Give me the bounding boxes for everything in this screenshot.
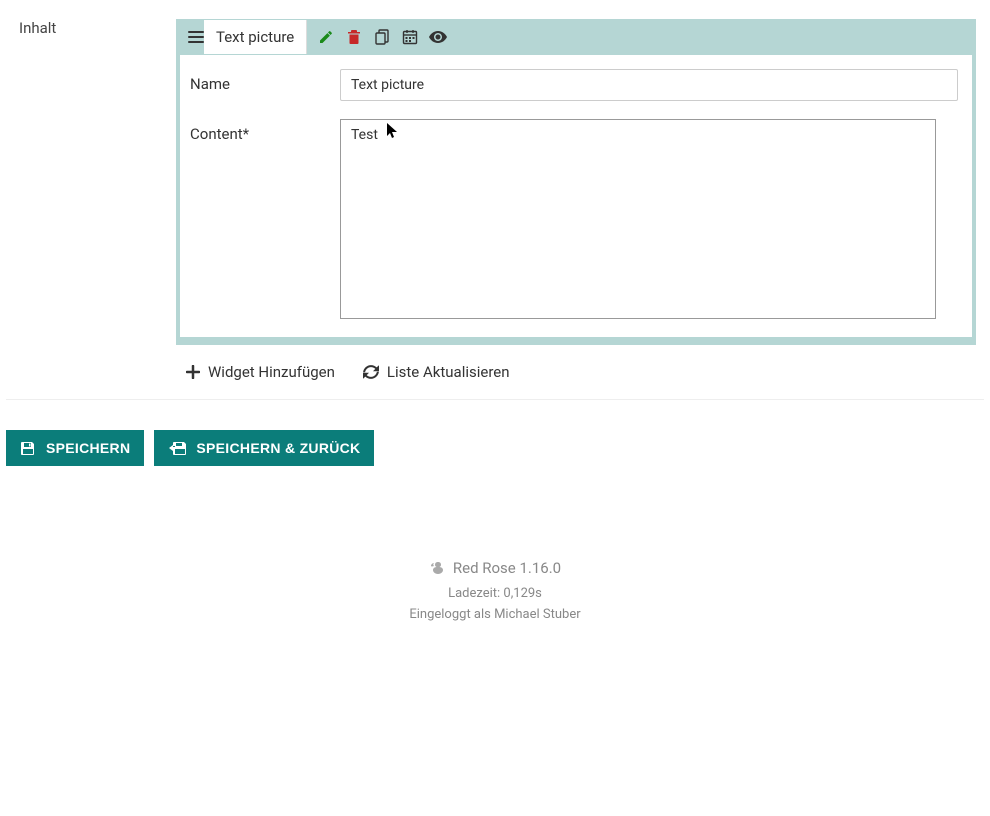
footer-loadtime: Ladezeit: 0,129s xyxy=(0,584,990,605)
refresh-list-button[interactable]: Liste Aktualisieren xyxy=(363,363,510,381)
footer-app: Red Rose 1.16.0 xyxy=(453,556,561,580)
widget-body: Name Content* xyxy=(180,55,972,337)
widget-header: Text picture xyxy=(180,19,972,55)
save-back-button-label: SPEICHERN & ZURÜCK xyxy=(196,440,360,456)
save-icon xyxy=(20,440,36,456)
save-button-label: SPEICHERN xyxy=(46,440,130,456)
widget-tab[interactable]: Text picture xyxy=(204,20,307,54)
widget-panel: Text picture xyxy=(176,19,976,345)
save-back-icon xyxy=(168,440,186,456)
add-widget-button[interactable]: Widget Hinzufügen xyxy=(186,363,335,381)
trash-icon[interactable] xyxy=(345,28,363,46)
save-button[interactable]: SPEICHERN xyxy=(6,430,144,466)
copy-icon[interactable] xyxy=(373,28,391,46)
refresh-list-label: Liste Aktualisieren xyxy=(387,363,510,381)
name-label: Name xyxy=(190,69,340,93)
eye-icon[interactable] xyxy=(429,28,447,46)
content-label: Content* xyxy=(190,119,340,143)
name-input[interactable] xyxy=(340,69,958,101)
footer: Red Rose 1.16.0 Ladezeit: 0,129s Eingelo… xyxy=(0,556,990,625)
app-logo-icon xyxy=(429,560,447,576)
refresh-icon xyxy=(363,365,379,379)
add-widget-label: Widget Hinzufügen xyxy=(208,363,335,381)
edit-icon[interactable] xyxy=(317,28,335,46)
drag-handle-icon[interactable] xyxy=(180,30,204,44)
section-heading: Inhalt xyxy=(0,19,176,37)
plus-icon xyxy=(186,365,200,379)
calendar-icon[interactable] xyxy=(401,28,419,46)
content-textarea[interactable] xyxy=(340,119,936,319)
footer-user: Eingeloggt als Michael Stuber xyxy=(0,605,990,626)
save-back-button[interactable]: SPEICHERN & ZURÜCK xyxy=(154,430,374,466)
